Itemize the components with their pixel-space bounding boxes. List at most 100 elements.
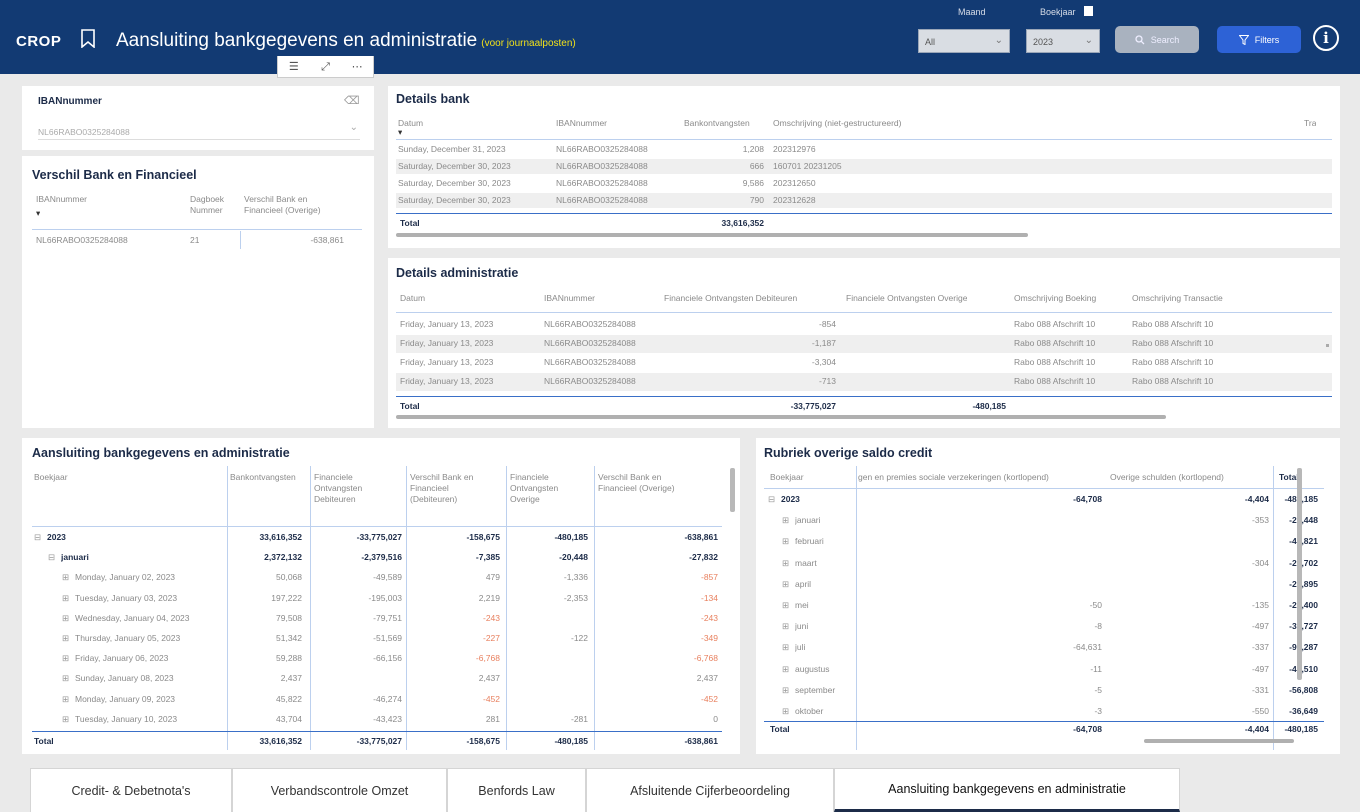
col-header-omschr-transactie[interactable]: Omschrijving Transactie <box>1132 293 1223 303</box>
col-header-fin-deb[interactable]: Financiele Ontvangsten Debiteuren <box>314 472 382 505</box>
matrix-row[interactable]: ⊞ januari -353 -20,448 <box>764 513 1324 531</box>
col-header-omschr-boeking[interactable]: Omschrijving Boeking <box>1014 293 1096 303</box>
expand-icon[interactable]: ⊞ <box>782 558 789 569</box>
matrix-row[interactable]: ⊟ januari 2,372,132 -2,379,516 -7,385 -20,448… <box>32 550 722 568</box>
col-header-iban[interactable]: IBANnummer <box>36 194 87 204</box>
iban-dropdown[interactable]: NL66RABO0325284088 ⌄ <box>38 122 360 140</box>
col-header-dagboek[interactable]: Dagboek <box>190 194 224 204</box>
matrix-row-label: Thursday, January 05, 2023 <box>75 633 181 643</box>
verschil-dagboek: 21 <box>190 235 200 245</box>
matrix-row[interactable]: ⊞ Wednesday, January 04, 2023 79,508 -79,75… <box>32 611 722 629</box>
col-header-datum[interactable]: Datum <box>400 293 425 303</box>
col-header-boekjaar[interactable]: Boekjaar <box>34 472 68 482</box>
col-header-iban[interactable]: IBANnummer <box>544 293 595 303</box>
expand-icon[interactable]: ⊞ <box>62 572 69 583</box>
tab-benfords-law[interactable]: Benfords Law <box>447 768 586 812</box>
filter-lines-icon[interactable]: ☰ <box>278 56 310 78</box>
tab-credit-debetnotas[interactable]: Credit- & Debetnota's <box>30 768 232 812</box>
expand-icon[interactable]: ⊞ <box>62 714 69 725</box>
expand-icon[interactable]: ⊞ <box>782 685 789 696</box>
col-header-total[interactable]: Total <box>1279 472 1299 482</box>
col-header-sociale-verzekeringen[interactable]: gen en premies sociale verzekeringen (ko… <box>858 472 1102 482</box>
expand-icon[interactable]: ⊞ <box>62 593 69 604</box>
col-header-fin-deb[interactable]: Financiele Ontvangsten Debiteuren <box>664 293 797 303</box>
horizontal-scrollbar[interactable] <box>396 415 1166 419</box>
horizontal-scrollbar[interactable] <box>396 233 1028 237</box>
matrix-row[interactable]: ⊞ september -5 -331 -56,808 <box>764 683 1324 701</box>
admin-iban: NL66RABO0325284088 <box>544 357 636 367</box>
col-header-overige-schulden[interactable]: Overige schulden (kortlopend) <box>1110 472 1224 482</box>
matrix-cell: 51,342 <box>276 633 302 643</box>
maand-dropdown[interactable]: All ⌄ <box>918 29 1010 53</box>
col-header-verschil-ov[interactable]: Verschil Bank en Financieel (Overige) <box>598 472 698 494</box>
matrix-row[interactable]: ⊞ oktober -3 -550 -36,649 <box>764 704 1324 722</box>
collapse-icon[interactable]: ⊟ <box>34 532 41 543</box>
col-header-tra[interactable]: Tra <box>1304 118 1316 128</box>
expand-icon[interactable]: ⊞ <box>62 673 69 684</box>
tab-aansluiting-bankgegevens[interactable]: Aansluiting bankgegevens en administrati… <box>834 768 1180 812</box>
tab-verbandscontrole-omzet[interactable]: Verbandscontrole Omzet <box>232 768 447 812</box>
collapse-icon[interactable]: ⊟ <box>48 552 55 563</box>
expand-icon[interactable]: ⊞ <box>62 613 69 624</box>
col-header-iban[interactable]: IBANnummer <box>556 118 607 128</box>
matrix-row[interactable]: ⊞ Tuesday, January 10, 2023 43,704 -43,423 2… <box>32 712 722 730</box>
expand-icon[interactable]: ⊞ <box>782 515 789 526</box>
table-row[interactable]: Friday, January 13, 2023 NL66RABO03252840… <box>396 354 1332 372</box>
matrix-row[interactable]: ⊞ april -29,895 <box>764 577 1324 595</box>
col-header-bankontvangsten[interactable]: Bankontvangsten <box>230 472 300 483</box>
matrix-row[interactable]: ⊞ mei -50 -135 -28,400 <box>764 598 1324 616</box>
search-button[interactable]: Search <box>1115 26 1199 53</box>
expand-icon[interactable]: ⊞ <box>782 579 789 590</box>
info-icon[interactable]: i <box>1313 25 1339 51</box>
expand-icon[interactable]: ⊞ <box>62 633 69 644</box>
expand-icon[interactable]: ⊞ <box>782 536 789 547</box>
more-options-icon[interactable]: ⋯ <box>341 56 373 78</box>
vertical-scrollbar[interactable] <box>730 468 735 512</box>
matrix-row[interactable]: ⊞ juni -8 -497 -30,727 <box>764 619 1324 637</box>
table-row[interactable]: Saturday, December 30, 2023 NL66RABO03252… <box>396 159 1332 174</box>
focus-mode-icon[interactable]: ⤢ <box>310 56 342 78</box>
matrix-row[interactable]: ⊞ maart -304 -23,702 <box>764 556 1324 574</box>
matrix-row[interactable]: ⊞ Monday, January 02, 2023 50,068 -49,589 47… <box>32 570 722 588</box>
expand-icon[interactable]: ⊞ <box>62 653 69 664</box>
matrix-cell: -227 <box>482 633 500 643</box>
col-header-fin-ov[interactable]: Financiele Ontvangsten Overige <box>846 293 967 303</box>
expand-icon[interactable]: ⊞ <box>782 664 789 675</box>
horizontal-scrollbar[interactable] <box>1144 739 1294 743</box>
col-header-boekjaar[interactable]: Boekjaar <box>770 472 804 482</box>
col-header-omschrijving[interactable]: Omschrijving (niet-gestructureerd) <box>773 118 901 128</box>
col-header-verschil-deb[interactable]: Verschil Bank en Financieel (Debiteuren) <box>410 472 490 505</box>
expand-icon[interactable]: ⊞ <box>62 694 69 705</box>
expand-icon[interactable]: ⊞ <box>782 621 789 632</box>
matrix-row[interactable]: ⊞ augustus -11 -497 -44,510 <box>764 662 1324 680</box>
matrix-row[interactable]: ⊞ februari -41,821 <box>764 534 1324 552</box>
collapse-icon[interactable]: ⊟ <box>768 494 775 505</box>
matrix-row[interactable]: ⊞ Monday, January 09, 2023 45,822 -46,274 -4… <box>32 692 722 710</box>
matrix-row[interactable]: ⊞ Friday, January 06, 2023 59,288 -66,156 -6… <box>32 651 722 669</box>
table-row[interactable]: Saturday, December 30, 2023 NL66RABO03252… <box>396 176 1332 191</box>
expand-icon[interactable]: ⊞ <box>782 642 789 653</box>
col-header-verschil[interactable]: Verschil Bank en <box>244 194 307 204</box>
matrix-row[interactable]: ⊟ 2023 -64,708 -4,404 -480,185 <box>764 492 1324 510</box>
expand-icon[interactable]: ⊞ <box>782 600 789 611</box>
col-header-fin-ov[interactable]: Financiele Ontvangsten Overige <box>510 472 576 505</box>
tab-afsluitende-cijferbeoordeling[interactable]: Afsluitende Cijferbeoordeling <box>586 768 834 812</box>
matrix-row[interactable]: ⊞ Sunday, January 08, 2023 2,437 2,437 2,437 <box>32 671 722 689</box>
table-row[interactable]: Friday, January 13, 2023 NL66RABO03252840… <box>396 335 1332 353</box>
boekjaar-dropdown[interactable]: 2023 ⌄ <box>1026 29 1100 53</box>
matrix-row[interactable]: ⊞ Tuesday, January 03, 2023 197,222 -195,00… <box>32 591 722 609</box>
bank-omschrijving: 160701 20231205 <box>773 161 842 171</box>
eraser-icon[interactable]: ⌫ <box>344 94 360 107</box>
vertical-scrollbar[interactable] <box>1297 468 1302 680</box>
matrix-row[interactable]: ⊞ Thursday, January 05, 2023 51,342 -51,569… <box>32 631 722 649</box>
matrix-row[interactable]: ⊟ 2023 33,616,352 -33,775,027 -158,675 -480,1… <box>32 530 722 548</box>
table-row[interactable]: Saturday, December 30, 2023 NL66RABO03252… <box>396 193 1332 208</box>
matrix-row[interactable]: ⊞ juli -64,631 -337 -95,287 <box>764 640 1324 658</box>
col-header-bankontvangsten[interactable]: Bankontvangsten <box>684 118 750 128</box>
filters-button[interactable]: Filters <box>1217 26 1301 53</box>
bookmark-icon[interactable] <box>81 29 95 48</box>
table-row[interactable]: Friday, January 13, 2023 NL66RABO03252840… <box>396 373 1332 391</box>
table-row[interactable]: Sunday, December 31, 2023 NL66RABO0325284… <box>396 142 1332 157</box>
table-row[interactable]: Friday, January 13, 2023 NL66RABO03252840… <box>396 316 1332 334</box>
expand-icon[interactable]: ⊞ <box>782 706 789 717</box>
